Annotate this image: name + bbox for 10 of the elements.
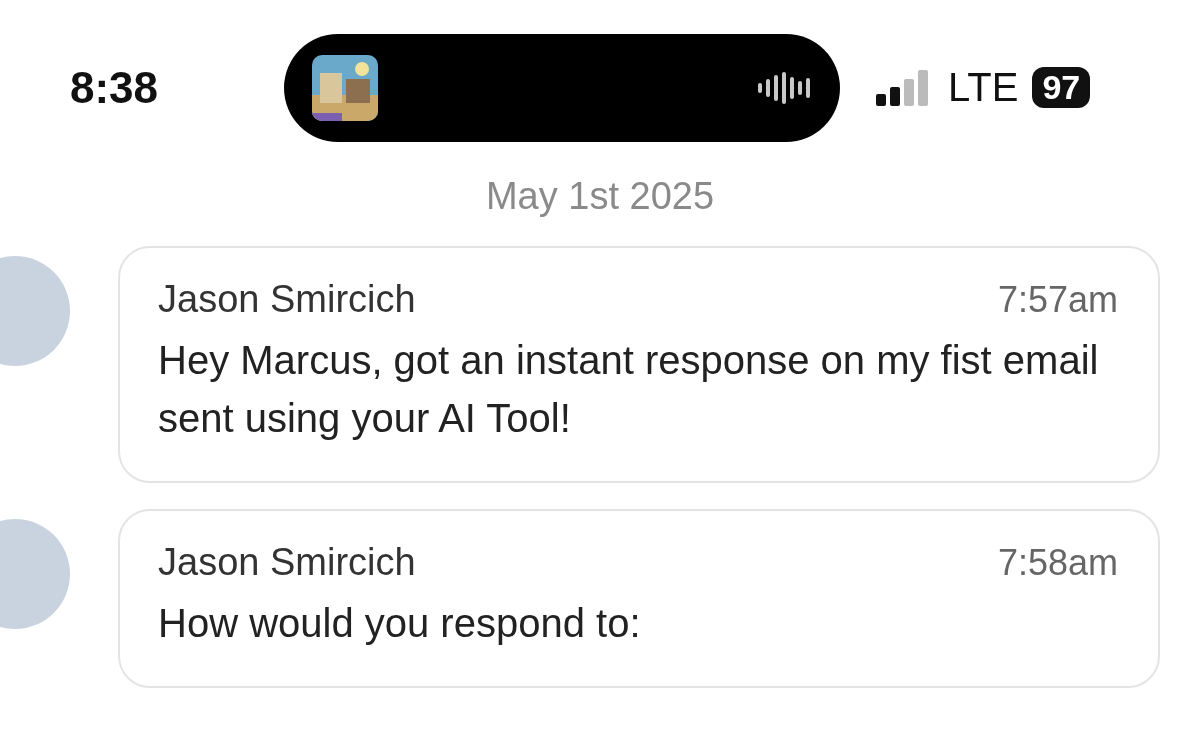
sender-name: Jason Smircich bbox=[158, 541, 416, 584]
message-time: 7:57am bbox=[997, 278, 1118, 321]
battery-level: 97 bbox=[1032, 67, 1091, 108]
sender-name: Jason Smircich bbox=[158, 278, 416, 321]
clock: 8:38 bbox=[70, 62, 160, 113]
message-text: How would you respond to: bbox=[158, 600, 642, 647]
message-time: 7:58am bbox=[997, 541, 1118, 584]
network-label: LTE bbox=[948, 65, 1019, 110]
message-text: Hey Marcus, got an instant response on my fist email sent using your AI Tool! bbox=[158, 337, 1100, 442]
date-label: May 1st 2025 bbox=[484, 175, 716, 218]
